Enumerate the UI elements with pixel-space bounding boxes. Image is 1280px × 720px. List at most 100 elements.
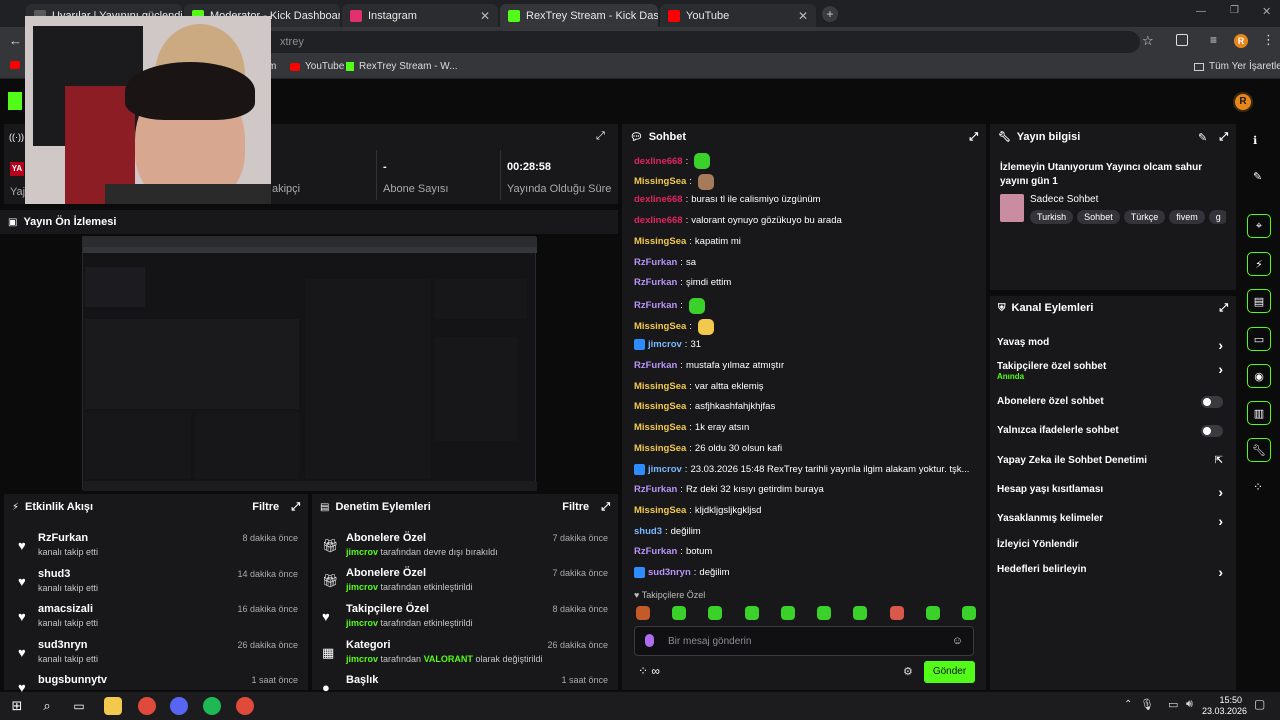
raid-row[interactable]: İzleyici Yönlendir: [997, 539, 1227, 550]
chat-username[interactable]: RzFurkan: [634, 300, 677, 311]
subscribers-only-toggle[interactable]: [1201, 396, 1223, 408]
tag-pill[interactable]: fivem: [1169, 210, 1205, 224]
send-button[interactable]: Gönder: [924, 661, 975, 683]
layout-icon[interactable]: ▥: [1247, 401, 1271, 425]
chat-username[interactable]: MissingSea: [634, 381, 686, 392]
close-icon[interactable]: ✕: [798, 9, 808, 23]
spotify-icon[interactable]: [203, 697, 221, 715]
goals-row[interactable]: Hedefleri belirleyin ›: [997, 564, 1227, 580]
chat-bubble-icon[interactable]: ▭: [1247, 327, 1271, 351]
account-age-row[interactable]: Hesap yaşı kısıtlaması ›: [997, 484, 1227, 500]
chat-input-box[interactable]: Bir mesaj gönderin ☺: [634, 626, 974, 656]
chat-username[interactable]: RzFurkan: [634, 546, 677, 557]
popout-icon[interactable]: ⤢: [1219, 131, 1228, 144]
chat-username[interactable]: RzFurkan: [634, 360, 677, 371]
taskbar-clock[interactable]: 15:50 23.03.2026: [1202, 695, 1247, 717]
notification-icon[interactable]: ▢: [1254, 697, 1265, 711]
maximize-icon[interactable]: ❐: [1230, 5, 1239, 16]
target-icon[interactable]: ⌖: [1247, 214, 1271, 238]
tab-instagram[interactable]: Instagram ✕: [342, 4, 498, 27]
network-icon[interactable]: ▭: [1168, 698, 1178, 711]
popout-icon[interactable]: ⤢: [291, 501, 300, 514]
chrome-icon[interactable]: [138, 697, 156, 715]
bookmark-youtube[interactable]: YouTube: [290, 61, 344, 72]
chrome-profile-icon[interactable]: [236, 697, 254, 715]
chat-username[interactable]: MissingSea: [634, 321, 686, 332]
edit-icon[interactable]: ✎: [1198, 131, 1207, 144]
tab-youtube[interactable]: YouTube ✕: [660, 4, 816, 27]
microphone-icon[interactable]: [645, 634, 654, 647]
activity-user[interactable]: amacsizali: [38, 603, 93, 615]
volume-icon[interactable]: 🔊︎: [1186, 698, 1193, 711]
moderator-name[interactable]: jimcrov: [346, 582, 378, 592]
emote-icon[interactable]: [672, 606, 687, 620]
category-name[interactable]: Sadece Sohbet: [1030, 194, 1098, 205]
ai-moderation-row[interactable]: Yapay Zeka ile Sohbet Denetimi ⇱: [997, 455, 1227, 466]
emote-icon[interactable]: [889, 606, 904, 620]
emote-icon[interactable]: [744, 606, 759, 620]
microphone-tray-icon[interactable]: 🎙︎: [1140, 698, 1154, 711]
url-input[interactable]: xtrey: [260, 31, 1140, 53]
chat-username[interactable]: RzFurkan: [634, 257, 677, 268]
emote-icon[interactable]: [853, 606, 868, 620]
more-menu-icon[interactable]: ⋮: [1262, 32, 1275, 48]
chat-username[interactable]: dexline668: [634, 156, 683, 167]
gear-icon[interactable]: ⚙: [903, 665, 913, 678]
close-icon[interactable]: ✕: [480, 9, 490, 23]
tab-rextrey-stream[interactable]: RexTrey Stream - Kick Dashboa ✕: [500, 4, 658, 27]
emote-only-row[interactable]: Yalnızca ifadelerle sohbet: [997, 425, 1227, 437]
star-icon[interactable]: ☆: [1142, 33, 1154, 49]
new-tab-button[interactable]: +: [822, 6, 838, 22]
moderator-name[interactable]: jimcrov: [346, 547, 378, 557]
banned-words-row[interactable]: Yasaklanmış kelimeler ›: [997, 513, 1227, 529]
chat-username[interactable]: RzFurkan: [634, 484, 677, 495]
moderator-name[interactable]: jimcrov: [346, 618, 378, 628]
chat-username[interactable]: MissingSea: [634, 176, 686, 187]
popout-icon[interactable]: ⤢: [969, 131, 978, 144]
pencil-icon[interactable]: ✎: [1253, 170, 1262, 183]
slow-mode-row[interactable]: Yavaş mod ›: [997, 337, 1227, 353]
wrench-icon[interactable]: 🔧︎: [1247, 438, 1271, 462]
tag-pill[interactable]: Sohbet: [1077, 210, 1120, 224]
settings-dots-icon[interactable]: ⁘: [638, 664, 648, 678]
search-icon[interactable]: ⌕: [38, 697, 56, 715]
back-arrow-icon[interactable]: ←: [9, 33, 22, 48]
chat-username[interactable]: MissingSea: [634, 401, 686, 412]
chat-username[interactable]: MissingSea: [634, 505, 686, 516]
activity-user[interactable]: RzFurkan: [38, 532, 88, 544]
all-bookmarks[interactable]: Tüm Yer İşaretleri: [1194, 61, 1280, 72]
emote-icon[interactable]: [817, 606, 832, 620]
emote-icon[interactable]: [636, 606, 650, 620]
emote-icon[interactable]: [925, 606, 940, 620]
infinity-icon[interactable]: ∞: [651, 664, 660, 678]
activity-user[interactable]: sud3nryn: [38, 639, 88, 651]
task-view-icon[interactable]: ▭: [70, 697, 88, 715]
filter-button[interactable]: Filtre: [562, 501, 589, 513]
window-close-icon[interactable]: ✕: [1262, 5, 1271, 18]
tag-pill[interactable]: Türkçe: [1123, 210, 1166, 224]
extensions-icon[interactable]: [1176, 34, 1188, 46]
tray-chevron-icon[interactable]: ⌃: [1124, 699, 1132, 710]
tag-pill[interactable]: Turkish: [1030, 210, 1074, 224]
profile-avatar[interactable]: R: [1234, 34, 1248, 48]
chat-username[interactable]: jimcrov: [648, 464, 682, 475]
popout-icon[interactable]: ⤢: [601, 501, 610, 514]
subscribers-only-row[interactable]: Abonelere özel sohbet: [997, 396, 1227, 408]
kick-logo-icon[interactable]: [8, 92, 22, 110]
user-avatar[interactable]: R: [1233, 92, 1253, 112]
chat-username[interactable]: shud3: [634, 526, 662, 537]
popout-icon[interactable]: ⤢: [596, 130, 605, 143]
apps-icon[interactable]: ⁘: [1253, 480, 1263, 494]
chat-username[interactable]: jimcrov: [648, 339, 682, 350]
moderator-name[interactable]: jimcrov: [346, 654, 378, 664]
filter-button[interactable]: Filtre: [252, 501, 279, 513]
chat-username[interactable]: sud3nryn: [648, 567, 691, 578]
activity-user[interactable]: bugsbunnytv: [38, 674, 107, 686]
document-icon[interactable]: ▤: [1247, 289, 1271, 313]
chat-username[interactable]: RzFurkan: [634, 277, 677, 288]
emote-icon[interactable]: [708, 606, 723, 620]
activity-user[interactable]: shud3: [38, 568, 70, 580]
popout-icon[interactable]: ⤢: [1219, 302, 1228, 315]
bolt-icon[interactable]: ⚡: [1247, 252, 1271, 276]
chat-username[interactable]: MissingSea: [634, 236, 686, 247]
